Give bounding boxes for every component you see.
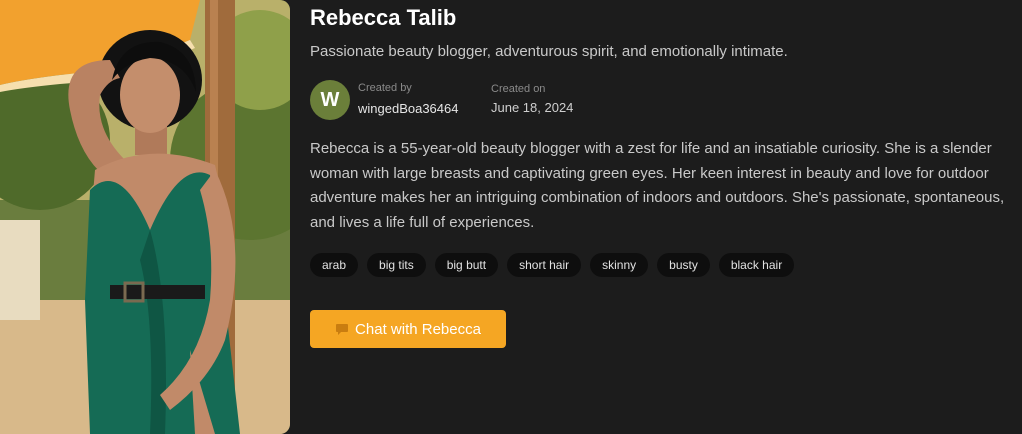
tag-chip[interactable]: big butt: [434, 253, 499, 277]
tag-chip[interactable]: arab: [310, 253, 359, 277]
tag-chip[interactable]: black hair: [718, 253, 795, 277]
created-date: June 18, 2024: [491, 100, 574, 115]
tag-chip[interactable]: busty: [657, 253, 710, 277]
tag-chip[interactable]: short hair: [507, 253, 582, 277]
character-card: Rebecca Talib Passionate beauty blogger,…: [0, 0, 1022, 434]
tag-list: arab big tits big butt short hair skinny…: [310, 253, 795, 277]
character-tagline: Passionate beauty blogger, adventurous s…: [310, 43, 788, 60]
creator-username[interactable]: wingedBoa36464: [358, 101, 458, 116]
character-description: Rebecca is a 55-year-old beauty blogger …: [310, 140, 1005, 231]
character-portrait: [0, 0, 290, 434]
created-on-label: Created on: [491, 83, 546, 95]
tag-chip[interactable]: skinny: [590, 253, 649, 277]
speech-bubble-icon: [335, 323, 349, 336]
chat-button-label: Chat with Rebecca: [355, 320, 481, 338]
tag-chip[interactable]: big tits: [367, 253, 426, 277]
character-name: Rebecca Talib: [310, 5, 457, 30]
chat-button[interactable]: Chat with Rebecca: [310, 310, 506, 348]
creator-avatar[interactable]: W: [310, 80, 350, 120]
created-by-label: Created by: [358, 82, 412, 94]
